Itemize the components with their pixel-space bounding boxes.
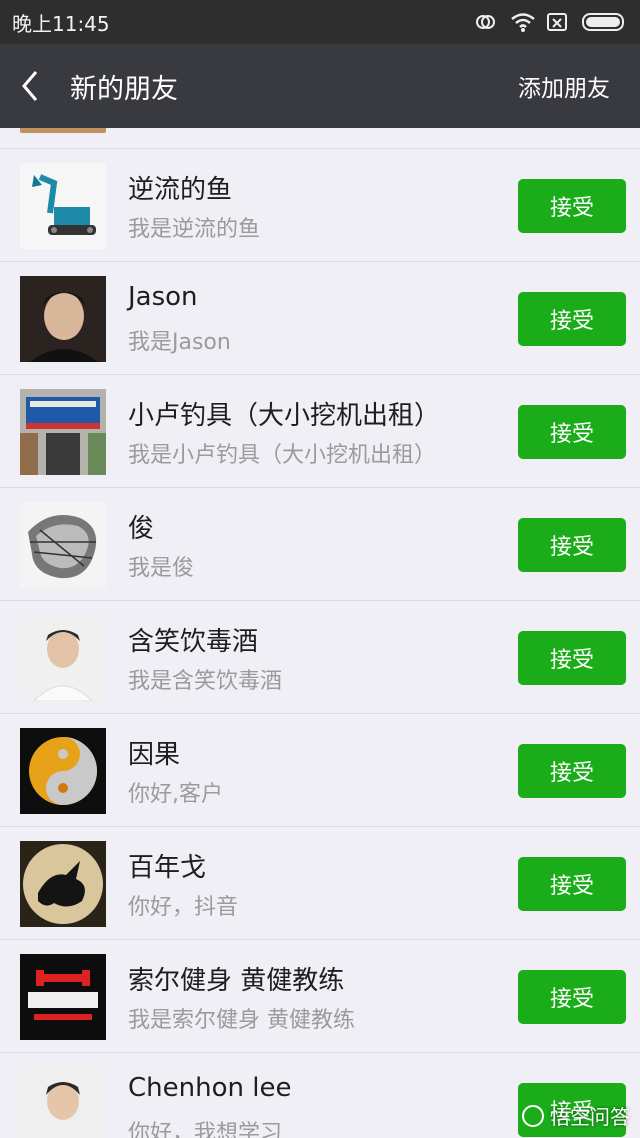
requester-name: 索尔健身 黄健教练 bbox=[128, 966, 345, 996]
request-message: 我是Jason bbox=[128, 330, 231, 355]
requester-name: 小卢钓具（大小挖机出租） bbox=[128, 401, 441, 431]
status-time: 晚上11:45 bbox=[12, 11, 110, 36]
list-item[interactable]: 索尔健身 黄健教练 我是索尔健身 黄健教练 接受 bbox=[0, 940, 640, 1053]
requester-name: 逆流的鱼 bbox=[128, 175, 233, 205]
back-arrow-icon bbox=[22, 71, 38, 101]
requester-name: Jason bbox=[128, 282, 198, 312]
add-friend-button[interactable]: 添加朋友 bbox=[518, 44, 610, 128]
request-message: 我是逆流的鱼 bbox=[128, 217, 261, 242]
avatar-dragon bbox=[20, 841, 106, 927]
accept-button[interactable]: 接受 bbox=[518, 970, 626, 1024]
status-icons bbox=[474, 11, 628, 33]
avatar-gym-logo bbox=[20, 954, 106, 1040]
requester-name: 俊 bbox=[128, 514, 155, 544]
list-item[interactable]: 逆流的鱼 我是逆流的鱼 接受 bbox=[0, 149, 640, 262]
wifi-icon bbox=[510, 11, 535, 33]
avatar-excavator bbox=[20, 163, 106, 249]
request-message: 我是含笑饮毒酒 bbox=[128, 669, 283, 694]
list-item[interactable]: 含笑饮毒酒 我是含笑饮毒酒 接受 bbox=[0, 601, 640, 714]
request-message: 我是俊 bbox=[128, 556, 195, 581]
avatar bbox=[20, 128, 106, 133]
accept-button[interactable]: 接受 bbox=[518, 631, 626, 685]
requester-name: 含笑饮毒酒 bbox=[128, 627, 259, 657]
watermark: 悟空问答 bbox=[522, 1101, 630, 1130]
list-item[interactable]: 小卢钓具（大小挖机出租） 我是小卢钓具（大小挖机出租） 接受 bbox=[0, 375, 640, 488]
accept-button[interactable]: 接受 bbox=[518, 405, 626, 459]
friend-request-list[interactable]: 逆流的鱼 我是逆流的鱼 接受 Jason 我是Jason 接受 小卢钓具（大小挖… bbox=[0, 128, 640, 1138]
requester-name: 百年戈 bbox=[128, 853, 207, 883]
watermark-text: 悟空问答 bbox=[550, 1105, 630, 1129]
avatar-person bbox=[20, 276, 106, 362]
accept-button[interactable]: 接受 bbox=[518, 518, 626, 572]
accept-button[interactable]: 接受 bbox=[518, 857, 626, 911]
status-bar: 晚上11:45 bbox=[0, 0, 640, 44]
sync-icon bbox=[474, 11, 496, 33]
accept-button[interactable]: 接受 bbox=[518, 744, 626, 798]
request-message: 你好,客户 bbox=[128, 782, 223, 807]
avatar-child bbox=[20, 1067, 106, 1138]
list-item[interactable]: 百年戈 你好，抖音 接受 bbox=[0, 827, 640, 940]
request-message: 我是索尔健身 黄健教练 bbox=[128, 1008, 355, 1033]
request-message: 你好，抖音 bbox=[128, 895, 239, 920]
list-item[interactable]: 因果 你好,客户 接受 bbox=[0, 714, 640, 827]
avatar-storefront bbox=[20, 389, 106, 475]
requester-name: 因果 bbox=[128, 740, 181, 770]
requester-name: Chenhon lee bbox=[128, 1073, 292, 1103]
accept-button[interactable]: 接受 bbox=[518, 179, 626, 233]
top-nav-bar: 新的朋友 添加朋友 bbox=[0, 44, 640, 128]
list-item-partial bbox=[0, 128, 640, 149]
back-button[interactable] bbox=[0, 44, 60, 128]
watermark-logo-icon bbox=[522, 1104, 544, 1127]
request-message: 我是小卢钓具（大小挖机出租） bbox=[128, 443, 437, 468]
battery-icon bbox=[582, 12, 628, 32]
list-item[interactable]: 俊 我是俊 接受 bbox=[0, 488, 640, 601]
accept-button[interactable]: 接受 bbox=[518, 292, 626, 346]
avatar-abstract-sketch bbox=[20, 502, 106, 588]
avatar-yin-yang bbox=[20, 728, 106, 814]
request-message: 你好，我想学习 bbox=[128, 1121, 283, 1138]
list-item[interactable]: Jason 我是Jason 接受 bbox=[0, 262, 640, 375]
no-sim-icon bbox=[546, 11, 568, 33]
avatar-person bbox=[20, 615, 106, 701]
page-title: 新的朋友 bbox=[70, 73, 178, 105]
